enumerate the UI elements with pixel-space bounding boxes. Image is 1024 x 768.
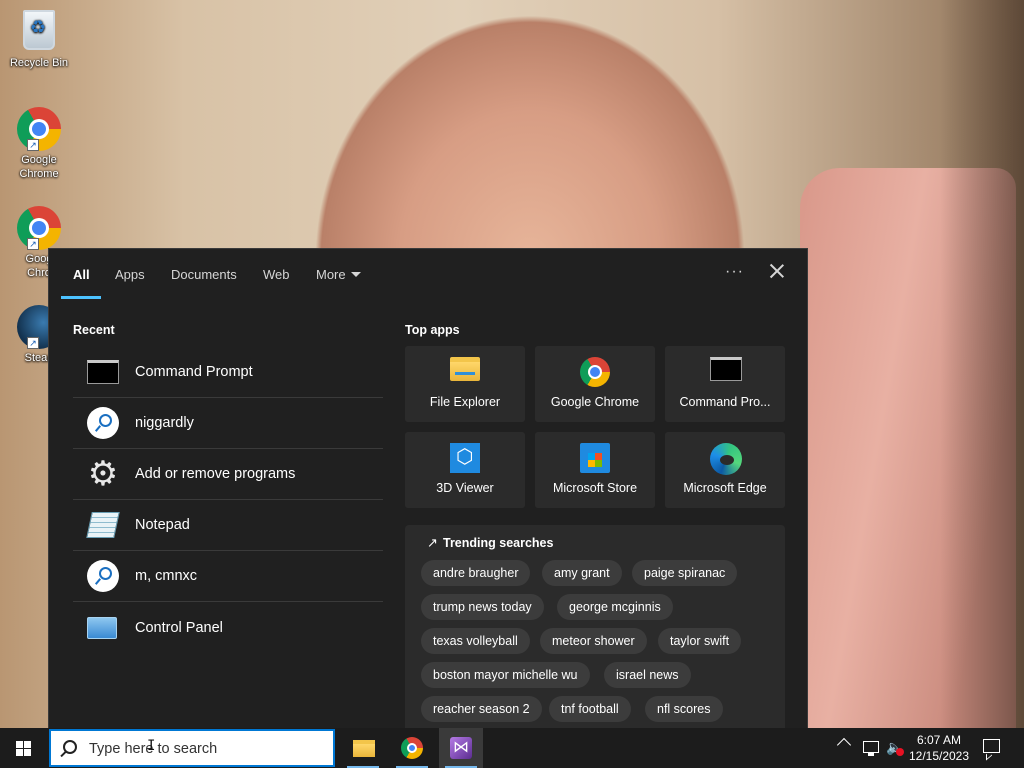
chrome-icon: ↗ — [17, 107, 61, 151]
desktop-icon-label: Recycle Bin — [9, 57, 69, 69]
clock-time: 6:07 AM — [916, 733, 962, 747]
shortcut-arrow-icon: ↗ — [27, 139, 39, 151]
trending-chip[interactable]: andre braugher — [421, 560, 531, 586]
top-apps-title: Top apps — [405, 323, 460, 337]
more-options-icon[interactable]: ··· — [725, 263, 744, 281]
search-history-icon — [87, 560, 119, 592]
notification-center-icon[interactable] — [983, 739, 1000, 753]
trending-chip[interactable]: israel news — [604, 662, 691, 688]
recent-title: Recent — [73, 323, 115, 337]
top-app-file-explorer[interactable]: File Explorer — [405, 346, 525, 422]
top-app-label: 3D Viewer — [436, 481, 494, 495]
recent-item-label: m, cmnxc — [135, 568, 198, 584]
taskbar-app-file-explorer[interactable] — [341, 728, 385, 768]
show-hidden-icons-chevron-icon[interactable] — [836, 737, 852, 753]
top-app-label: File Explorer — [429, 395, 501, 409]
top-app-microsoft-store[interactable]: Microsoft Store — [535, 432, 655, 508]
top-app-label: Command Pro... — [679, 395, 771, 409]
recent-item-notepad[interactable]: Notepad — [73, 500, 383, 551]
trending-searches-panel: ↗ Trending searches andre braugher amy gr… — [405, 525, 785, 735]
command-prompt-icon — [87, 356, 119, 388]
trending-chip[interactable]: taylor swift — [658, 628, 742, 654]
top-app-command-prompt[interactable]: Command Pro... — [665, 346, 785, 422]
notepad-icon — [86, 509, 120, 541]
trending-chip[interactable]: nfl scores — [645, 696, 723, 722]
trending-chip[interactable]: trump news today — [421, 594, 544, 620]
top-app-label: Microsoft Edge — [683, 481, 767, 495]
recent-item-label: Command Prompt — [135, 364, 253, 380]
command-prompt-icon — [710, 357, 742, 387]
tab-web[interactable]: Web — [263, 267, 290, 282]
trending-chip[interactable]: george mcginnis — [557, 594, 673, 620]
close-icon[interactable] — [767, 261, 787, 281]
top-app-label: Microsoft Store — [552, 481, 638, 495]
recent-item-search-2[interactable]: m, cmnxc — [73, 551, 383, 602]
shortcut-arrow-icon: ↗ — [27, 337, 39, 349]
chrome-icon — [401, 737, 423, 759]
trending-chip[interactable]: meteor shower — [540, 628, 647, 654]
trending-chip[interactable]: reacher season 2 — [421, 696, 542, 722]
active-tab-indicator — [61, 296, 101, 299]
control-panel-icon — [87, 612, 119, 644]
tab-all[interactable]: All — [73, 267, 90, 282]
text-cursor-icon: I — [147, 738, 156, 754]
trending-chip[interactable]: texas volleyball — [421, 628, 530, 654]
network-icon[interactable] — [863, 741, 879, 756]
search-tabs: All Apps Documents Web More ··· — [49, 249, 807, 301]
trending-chip[interactable]: paige spiranac — [632, 560, 738, 586]
tab-more[interactable]: More — [316, 267, 361, 282]
microsoft-store-icon — [580, 443, 610, 473]
tab-more-label: More — [316, 267, 346, 282]
3d-viewer-icon — [450, 443, 480, 473]
trending-arrow-icon: ↗ — [427, 535, 438, 550]
search-input[interactable] — [89, 739, 319, 759]
chrome-icon: ↗ — [17, 206, 61, 250]
recent-list: Command Prompt niggardly ⚙ Add or remove… — [73, 347, 383, 653]
start-button[interactable] — [0, 728, 48, 768]
trending-chip[interactable]: amy grant — [542, 560, 622, 586]
desktop-icon-google-chrome[interactable]: ↗ Google Chrome — [4, 107, 74, 181]
recent-item-search-1[interactable]: niggardly — [73, 398, 383, 449]
recent-item-add-remove-programs[interactable]: ⚙ Add or remove programs — [73, 449, 383, 500]
recent-item-control-panel[interactable]: Control Panel — [73, 602, 383, 653]
taskbar-app-google-chrome[interactable] — [390, 728, 434, 768]
recent-item-label: niggardly — [135, 415, 194, 431]
trending-chip[interactable]: tnf football — [549, 696, 631, 722]
tab-documents[interactable]: Documents — [171, 267, 237, 282]
chrome-icon — [580, 357, 610, 387]
search-history-icon — [87, 407, 119, 439]
clock-date: 12/15/2023 — [908, 749, 970, 763]
caret-down-icon — [350, 272, 361, 277]
windows-logo-icon — [16, 741, 32, 756]
search-icon — [63, 740, 77, 754]
recent-item-label: Control Panel — [135, 619, 223, 636]
taskbar-search-box[interactable] — [49, 729, 335, 767]
top-app-microsoft-edge[interactable]: Microsoft Edge — [665, 432, 785, 508]
recycle-bin-icon — [17, 10, 61, 54]
visual-studio-installer-icon — [450, 737, 472, 759]
desktop-icon-recycle-bin[interactable]: Recycle Bin — [4, 8, 74, 70]
recent-item-command-prompt[interactable]: Command Prompt — [73, 347, 383, 398]
recent-item-label: Add or remove programs — [135, 466, 296, 482]
taskbar-clock[interactable]: 6:07 AM 12/15/2023 — [905, 732, 973, 764]
edge-icon — [710, 443, 742, 475]
taskbar-app-visual-studio-installer[interactable] — [439, 728, 483, 768]
top-app-google-chrome[interactable]: Google Chrome — [535, 346, 655, 422]
trending-title: ↗ Trending searches — [427, 535, 554, 550]
search-flyout: All Apps Documents Web More ··· Recent C… — [48, 248, 808, 735]
desktop-icon-label: Google Chrome — [19, 154, 59, 180]
file-explorer-icon — [450, 357, 480, 387]
trending-chip[interactable]: boston mayor michelle wu — [421, 662, 590, 688]
shortcut-arrow-icon: ↗ — [27, 238, 39, 250]
top-app-3d-viewer[interactable]: 3D Viewer — [405, 432, 525, 508]
gear-icon: ⚙ — [87, 455, 119, 493]
muted-badge-icon — [896, 748, 904, 756]
recent-item-label: Notepad — [135, 517, 190, 533]
top-app-label: Google Chrome — [550, 395, 640, 409]
file-explorer-icon — [353, 740, 375, 757]
tab-apps[interactable]: Apps — [115, 267, 145, 282]
